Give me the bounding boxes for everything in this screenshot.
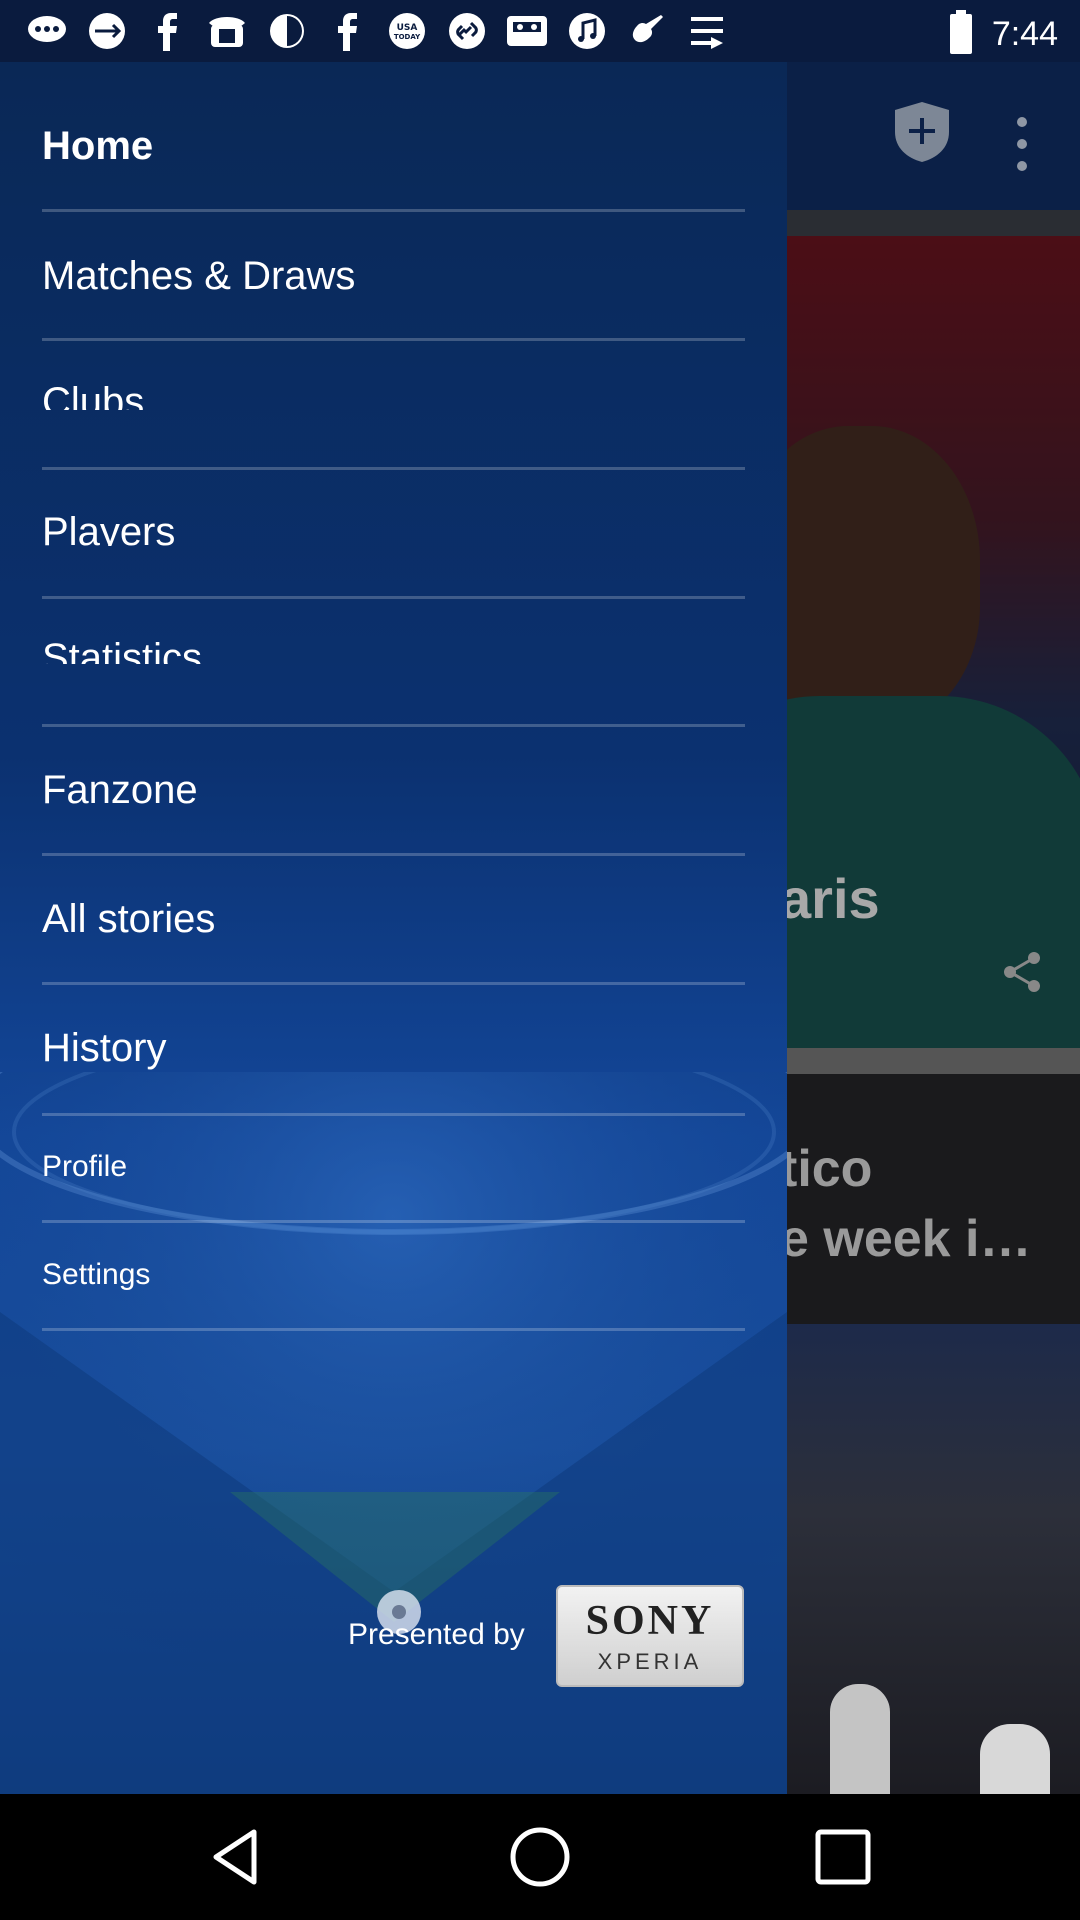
overflow-menu-icon[interactable]: [1012, 114, 1032, 174]
link-icon: [444, 10, 490, 52]
share-icon[interactable]: [1002, 950, 1042, 994]
drawer-item-settings[interactable]: Settings: [42, 1258, 745, 1292]
divider: [42, 1220, 745, 1223]
divider: [42, 853, 745, 856]
navigation-drawer: Home Matches & Draws Clubs Players Stati…: [0, 62, 787, 1794]
drawer-item-label: Statistics: [42, 636, 203, 664]
facebook-icon: [324, 10, 370, 52]
svg-text:TODAY: TODAY: [394, 33, 421, 41]
divider: [42, 338, 745, 341]
drawer-item-label: Settings: [42, 1258, 151, 1291]
notification-icons: USA TODAY: [24, 10, 730, 52]
clock: 7:44: [991, 15, 1058, 53]
divider: [42, 982, 745, 985]
story-title: tico e week i…: [780, 1140, 1032, 1268]
add-favorite-icon[interactable]: [893, 100, 951, 164]
drawer-item-home[interactable]: Home: [42, 124, 745, 169]
divider: [42, 596, 745, 599]
drawer-item-fanzone[interactable]: Fanzone: [42, 768, 745, 813]
back-icon[interactable]: [204, 1824, 270, 1890]
home-icon[interactable]: [507, 1824, 573, 1890]
sponsor-logo[interactable]: SONY XPERIA: [556, 1585, 744, 1687]
play-store-icon: [684, 10, 730, 52]
drawer-item-statistics[interactable]: Statistics: [42, 636, 745, 664]
divider: [42, 724, 745, 727]
drawer-item-profile[interactable]: Profile: [42, 1150, 745, 1184]
chat-bubble-icon: [24, 10, 70, 52]
drawer-item-label: Players: [42, 510, 176, 546]
guitar-icon: [624, 10, 670, 52]
system-nav-bar: [0, 1794, 1080, 1920]
phone-icon: [204, 10, 250, 52]
story-title: aris: [780, 867, 880, 930]
sponsor-brand: SONY: [585, 1598, 715, 1644]
drawer-item-all-stories[interactable]: All stories: [42, 897, 745, 942]
presented-by-label: Presented by: [348, 1618, 525, 1651]
svg-text:USA: USA: [397, 23, 418, 33]
drawer-item-players[interactable]: Players: [42, 510, 745, 546]
drawer-item-label: All stories: [42, 897, 216, 941]
status-right: 7:44: [948, 10, 1058, 59]
drawer-item-label: History: [42, 1026, 167, 1070]
drawer-item-label: Fanzone: [42, 768, 198, 812]
recents-icon[interactable]: [810, 1824, 876, 1890]
drawer-item-matches-draws[interactable]: Matches & Draws: [42, 254, 745, 299]
drawer-item-clubs[interactable]: Clubs: [42, 380, 745, 410]
cassette-icon: [504, 10, 550, 52]
drawer-item-label: Home: [42, 124, 154, 168]
divider: [42, 467, 745, 470]
usa-today-icon: USA TODAY: [384, 10, 430, 52]
battery-icon: [948, 10, 974, 59]
brightness-icon: [264, 10, 310, 52]
sponsor-product: XPERIA: [597, 1649, 703, 1674]
drawer-item-label: Matches & Draws: [42, 254, 356, 298]
divider: [42, 1328, 745, 1331]
drawer-item-label: Profile: [42, 1150, 128, 1183]
status-bar: USA TODAY 7:44: [0, 0, 1080, 62]
music-icon: [564, 10, 610, 52]
drawer-item-label: Clubs: [42, 380, 145, 410]
usb-icon: [84, 10, 130, 52]
divider: [42, 209, 745, 212]
drawer-item-history[interactable]: History: [42, 1026, 745, 1071]
facebook-icon: [144, 10, 190, 52]
divider: [42, 1113, 745, 1116]
